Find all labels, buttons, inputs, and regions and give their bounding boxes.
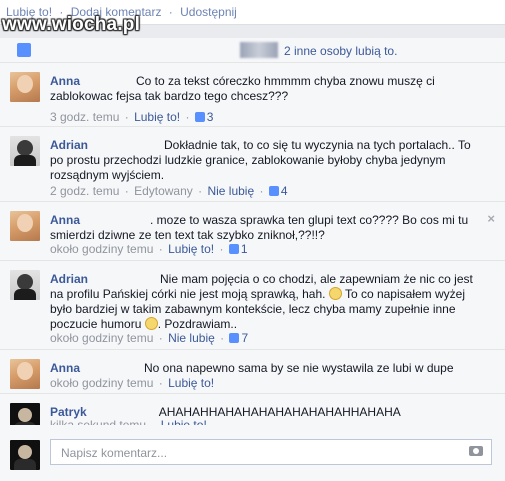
comment-meta: 3 godz. temu · Lubię to! · 3 [50, 110, 214, 124]
avatar[interactable] [10, 359, 40, 389]
close-icon[interactable]: × [487, 211, 495, 226]
comment-body: Adrian Nie mam pojęcia o co chodzi, ale z… [50, 272, 480, 332]
thumbs-up-icon [17, 43, 31, 57]
like-count[interactable]: 1 [241, 242, 248, 256]
comment-item: Adrian Dokładnie tak, to co się tu wyczyn… [0, 127, 505, 202]
comment-item: Adrian Nie mam pojęcia o co chodzi, ale z… [0, 261, 505, 350]
comment-time[interactable]: około godziny temu [50, 242, 153, 256]
edited-label[interactable]: Edytowany [134, 184, 193, 198]
comment-body: Anna. moze to wasza sprawka ten glupi te… [50, 213, 480, 243]
avatar[interactable] [10, 136, 40, 166]
comment-time[interactable]: około godziny temu [50, 331, 153, 345]
comment-composer [0, 425, 505, 481]
blurred-names [240, 42, 278, 58]
like-comment-link[interactable]: Lubię to! [134, 110, 180, 124]
comment-meta: 2 godz. temu · Edytowany · Nie lubię · 4 [50, 184, 288, 198]
comment-body: Adrian Dokładnie tak, to co się tu wyczyn… [50, 138, 480, 183]
like-count[interactable]: 7 [241, 331, 248, 345]
comment-time[interactable]: około godziny temu [50, 376, 153, 390]
comment-item: Anna Co to za tekst córeczko hmmmm chyba … [0, 63, 505, 127]
comment-item: Anna No ona napewno sama by se nie wystaw… [0, 350, 505, 394]
comment-author[interactable]: Anna [50, 74, 80, 88]
comments-list: Anna Co to za tekst córeczko hmmmm chyba … [0, 63, 505, 481]
comment-input-box[interactable] [50, 439, 492, 465]
comment-item: Anna. moze to wasza sprawka ten glupi te… [0, 202, 505, 261]
unlike-comment-link[interactable]: Nie lubię [168, 331, 215, 345]
likes-summary-link[interactable]: 2 inne osoby lubią to. [284, 44, 397, 58]
like-comment-link[interactable]: Lubię to! [168, 376, 214, 390]
comment-author[interactable]: Adrian [50, 272, 88, 286]
avatar[interactable] [10, 270, 40, 300]
comment-text: . Pozdrawiam.. [157, 317, 238, 331]
likes-summary-row: 2 inne osoby lubią to. [0, 38, 505, 63]
unlike-comment-link[interactable]: Nie lubię [207, 184, 254, 198]
like-count[interactable]: 3 [207, 110, 214, 124]
comment-meta: około godziny temu · Lubię to! [50, 376, 215, 390]
camera-icon[interactable] [469, 446, 483, 456]
watermark-logo: www.wiocha.pl [2, 14, 141, 35]
comment-input[interactable] [59, 444, 453, 462]
comment-body: Anna Co to za tekst córeczko hmmmm chyba … [50, 74, 480, 104]
share-link[interactable]: Udostępnij [180, 5, 237, 19]
comment-text: . moze to wasza sprawka ten glupi text c… [50, 213, 469, 242]
comment-time[interactable]: 2 godz. temu [50, 184, 119, 198]
comment-text: Dokładnie tak, to co się tu wyczynia na … [50, 138, 471, 182]
comment-author[interactable]: Anna [50, 213, 80, 227]
thumbs-up-icon [268, 186, 279, 196]
comment-text: AHAHAHHAHAHAHAHAHAHAHAHHAHAHA [158, 405, 401, 419]
smiley-icon [328, 287, 342, 300]
comment-time[interactable]: 3 godz. temu [50, 110, 119, 124]
comment-body: Anna No ona napewno sama by se nie wystaw… [50, 361, 480, 376]
comment-author[interactable]: Adrian [50, 138, 88, 152]
avatar[interactable] [10, 211, 40, 241]
smiley-icon [144, 317, 158, 330]
like-comment-link[interactable]: Lubię to! [168, 242, 214, 256]
like-count[interactable]: 4 [281, 184, 288, 198]
comment-text: Co to za tekst córeczko hmmmm chyba znow… [50, 74, 435, 103]
thumbs-up-icon [229, 333, 240, 343]
avatar[interactable] [10, 72, 40, 102]
comment-text: No ona napewno sama by se nie wystawila … [144, 361, 454, 375]
comment-meta: około godziny temu · Nie lubię · 7 [50, 331, 249, 345]
comment-author[interactable]: Anna [50, 361, 80, 375]
thumbs-up-icon [228, 244, 239, 254]
avatar [10, 440, 40, 470]
thumbs-up-icon [194, 112, 205, 122]
comment-author[interactable]: Patryk [50, 405, 87, 419]
separator: · [168, 5, 173, 19]
comment-meta: około godziny temu · Lubię to! · 1 [50, 242, 248, 256]
